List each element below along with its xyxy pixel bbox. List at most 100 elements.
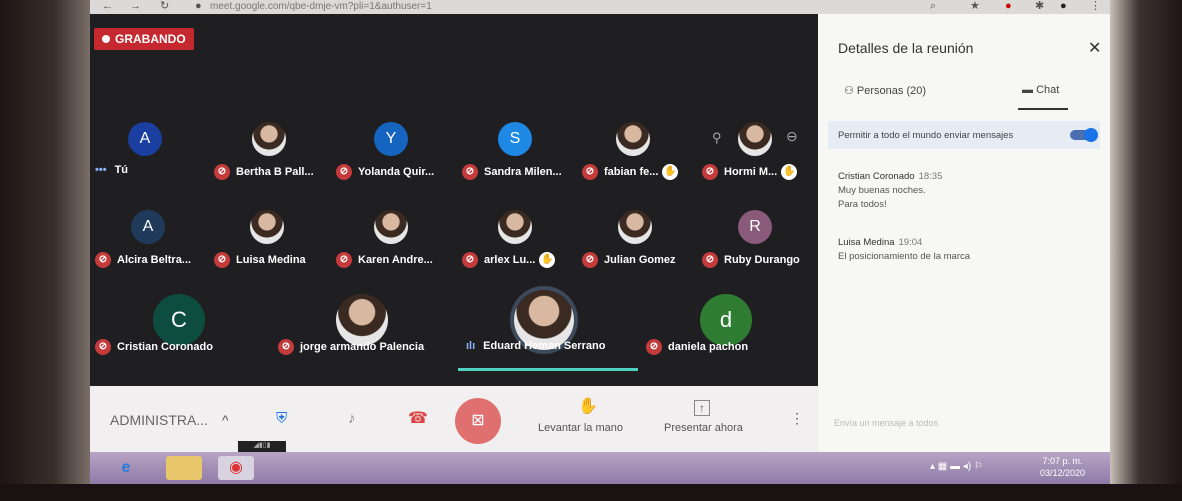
mic-off-icon: ⊘ [214, 164, 230, 180]
shield-icon[interactable]: ⛨ [276, 410, 287, 427]
avatar [616, 122, 650, 156]
mic-off-icon: ⊘ [462, 252, 478, 268]
lock-icon: ● [195, 0, 202, 12]
participant-tile[interactable]: ⊘ Luisa Medina [214, 210, 329, 280]
participant-name: Hormi M... [724, 165, 778, 178]
chat-message: Luisa Medina 19:04 El posicionamiento de … [838, 236, 970, 264]
avatar: R [738, 210, 772, 244]
chrome-icon[interactable]: ◉ [218, 456, 254, 480]
avatar [374, 210, 408, 244]
file-explorer-icon[interactable] [166, 456, 202, 480]
mic-off-icon: ⊘ [278, 339, 294, 355]
raise-hand-icon[interactable]: ✋ [578, 396, 598, 416]
url-field[interactable]: meet.google.com/qbe-dmje-vm?pli=1&authus… [210, 1, 432, 13]
panel-title: Detalles de la reunión [838, 40, 974, 56]
camera-off-button[interactable]: ⊠ [455, 398, 501, 444]
screen: ← → ↻ ● meet.google.com/qbe-dmje-vm?pli=… [90, 0, 1110, 484]
extensions-puzzle-icon[interactable]: ✱ [1035, 0, 1044, 12]
participant-name: Bertha B Pall... [236, 165, 314, 178]
participant-tile[interactable]: ⊘ arlex Lu... ✋ [462, 210, 577, 280]
chat-icon: ▬ [1022, 84, 1037, 96]
mic-off-icon: ⊘ [462, 164, 478, 180]
speaking-icon: ılı [466, 340, 476, 352]
participant-tile[interactable]: ⊘ fabian fe... ✋ [582, 122, 697, 192]
avatar [250, 210, 284, 244]
present-now-button[interactable]: Presentar ahora [664, 422, 743, 434]
zoom-icon[interactable]: ⌕ [930, 0, 936, 12]
monitor-bezel-right [1110, 0, 1182, 501]
permission-label: Permitir a todo el mundo enviar mensajes [838, 130, 1014, 141]
participant-tile[interactable]: R ⊘ Ruby Durango [702, 210, 817, 280]
mic-off-icon: ⊘ [582, 164, 598, 180]
avatar: A [128, 122, 162, 156]
participant-tile[interactable]: ⊘ Karen Andre... [336, 210, 451, 280]
monitor-bezel-left [0, 0, 90, 501]
back-icon[interactable]: ← [102, 0, 113, 12]
participant-name: fabian fe... [604, 165, 659, 178]
message-line: El posicionamiento de la marca [838, 251, 971, 262]
participant-tile[interactable]: S ⊘ Sandra Milen... [462, 122, 577, 192]
remove-icon[interactable]: ⊖ [786, 128, 798, 145]
avatar: Y [374, 122, 408, 156]
browser-bar: ← → ↻ ● meet.google.com/qbe-dmje-vm?pli=… [90, 0, 1110, 14]
participant-tile[interactable]: C ⊘ Cristian Coronado [95, 294, 265, 364]
chat-input[interactable]: Envía un mensaje a todos [834, 418, 938, 428]
participant-name: Yolanda Quir... [358, 165, 435, 178]
participant-tile[interactable]: A ⊘ Alcira Beltra... [95, 210, 210, 280]
tab-people[interactable]: ⚇ Personas (20) [844, 84, 926, 97]
message-line: Para todos! [838, 199, 887, 210]
camera-off-icon: ⊠ [471, 412, 485, 429]
record-dot-icon [102, 35, 110, 43]
permission-toggle[interactable] [1070, 128, 1098, 142]
participant-tile-speaking[interactable]: ılı Eduard Heman Serrano [458, 290, 638, 371]
message-author: Cristian Coronado [838, 171, 915, 182]
participant-tile[interactable]: ⊘ Bertha B Pall... [214, 122, 329, 192]
participant-name: Alcira Beltra... [117, 253, 191, 266]
audio-dots-icon: ••• [95, 164, 107, 176]
message-time: 18:35 [918, 171, 943, 182]
participant-tile[interactable]: ⊘ jorge armando Palencia [278, 294, 448, 364]
message-line: Muy buenas noches. [838, 185, 926, 196]
present-screen-icon[interactable]: ↑ [694, 400, 710, 416]
raised-hand-icon: ✋ [539, 252, 556, 268]
recording-label: GRABANDO [115, 32, 186, 46]
mic-off-icon: ⊘ [336, 164, 352, 180]
participant-name: daniela pachon [668, 340, 749, 353]
profile-avatar-icon[interactable]: ● [1060, 0, 1067, 12]
raised-hand-icon: ✋ [781, 164, 798, 180]
participant-name: Cristian Coronado [117, 340, 213, 353]
participant-name: Eduard Heman Serrano [483, 340, 606, 352]
raise-hand-button[interactable]: Levantar la mano [538, 422, 623, 434]
participant-tile[interactable]: d ⊘ daniela pachon [646, 294, 806, 364]
tab-chat[interactable]: ▬ Chat [1022, 84, 1059, 96]
participant-tile[interactable]: ⚲ ⊖ ⊘ Hormi M... ✋ [702, 122, 817, 192]
message-author: Luisa Medina [838, 237, 895, 248]
system-clock[interactable]: 7:07 p. m. 03/12/2020 [1040, 455, 1085, 479]
monitor-bezel-bottom [0, 484, 1182, 501]
close-icon[interactable]: ✕ [1088, 38, 1101, 58]
more-options-icon[interactable]: ⋮ [790, 410, 804, 427]
internet-explorer-icon[interactable]: e [108, 456, 144, 480]
mic-off-icon: ⊘ [582, 252, 598, 268]
forward-icon[interactable]: → [130, 0, 141, 12]
avatar: A [131, 210, 165, 244]
extension-icon[interactable]: ● [1005, 0, 1012, 12]
pin-icon[interactable]: ⚲ [712, 130, 722, 146]
mic-off-icon: ⊘ [702, 252, 718, 268]
bookmark-star-icon[interactable]: ★ [970, 0, 980, 12]
participant-tile[interactable]: A ••• Tú [95, 122, 210, 192]
mic-off-icon: ⊘ [214, 252, 230, 268]
hangup-icon[interactable]: ☎ [408, 408, 428, 428]
recording-badge: GRABANDO [94, 28, 194, 50]
browser-menu-icon[interactable]: ⋮ [1090, 0, 1101, 12]
microphone-icon[interactable]: ♪ [348, 410, 356, 427]
participant-tile[interactable]: ⊘ Julian Gomez [582, 210, 697, 280]
participant-name: Sandra Milen... [484, 165, 562, 178]
tray-icons[interactable]: ▴ ▦ ▬ ◂) ⚐ [930, 461, 983, 472]
participant-name: Ruby Durango [724, 253, 800, 266]
meeting-grid: GRABANDO A ••• Tú ⊘ Bertha B Pall... Y ⊘ Yo… [90, 14, 818, 386]
chevron-up-icon[interactable]: ^ [222, 412, 229, 428]
meeting-title[interactable]: ADMINISTRA... [110, 412, 208, 428]
participant-tile[interactable]: Y ⊘ Yolanda Quir... [336, 122, 451, 192]
reload-icon[interactable]: ↻ [160, 0, 169, 12]
